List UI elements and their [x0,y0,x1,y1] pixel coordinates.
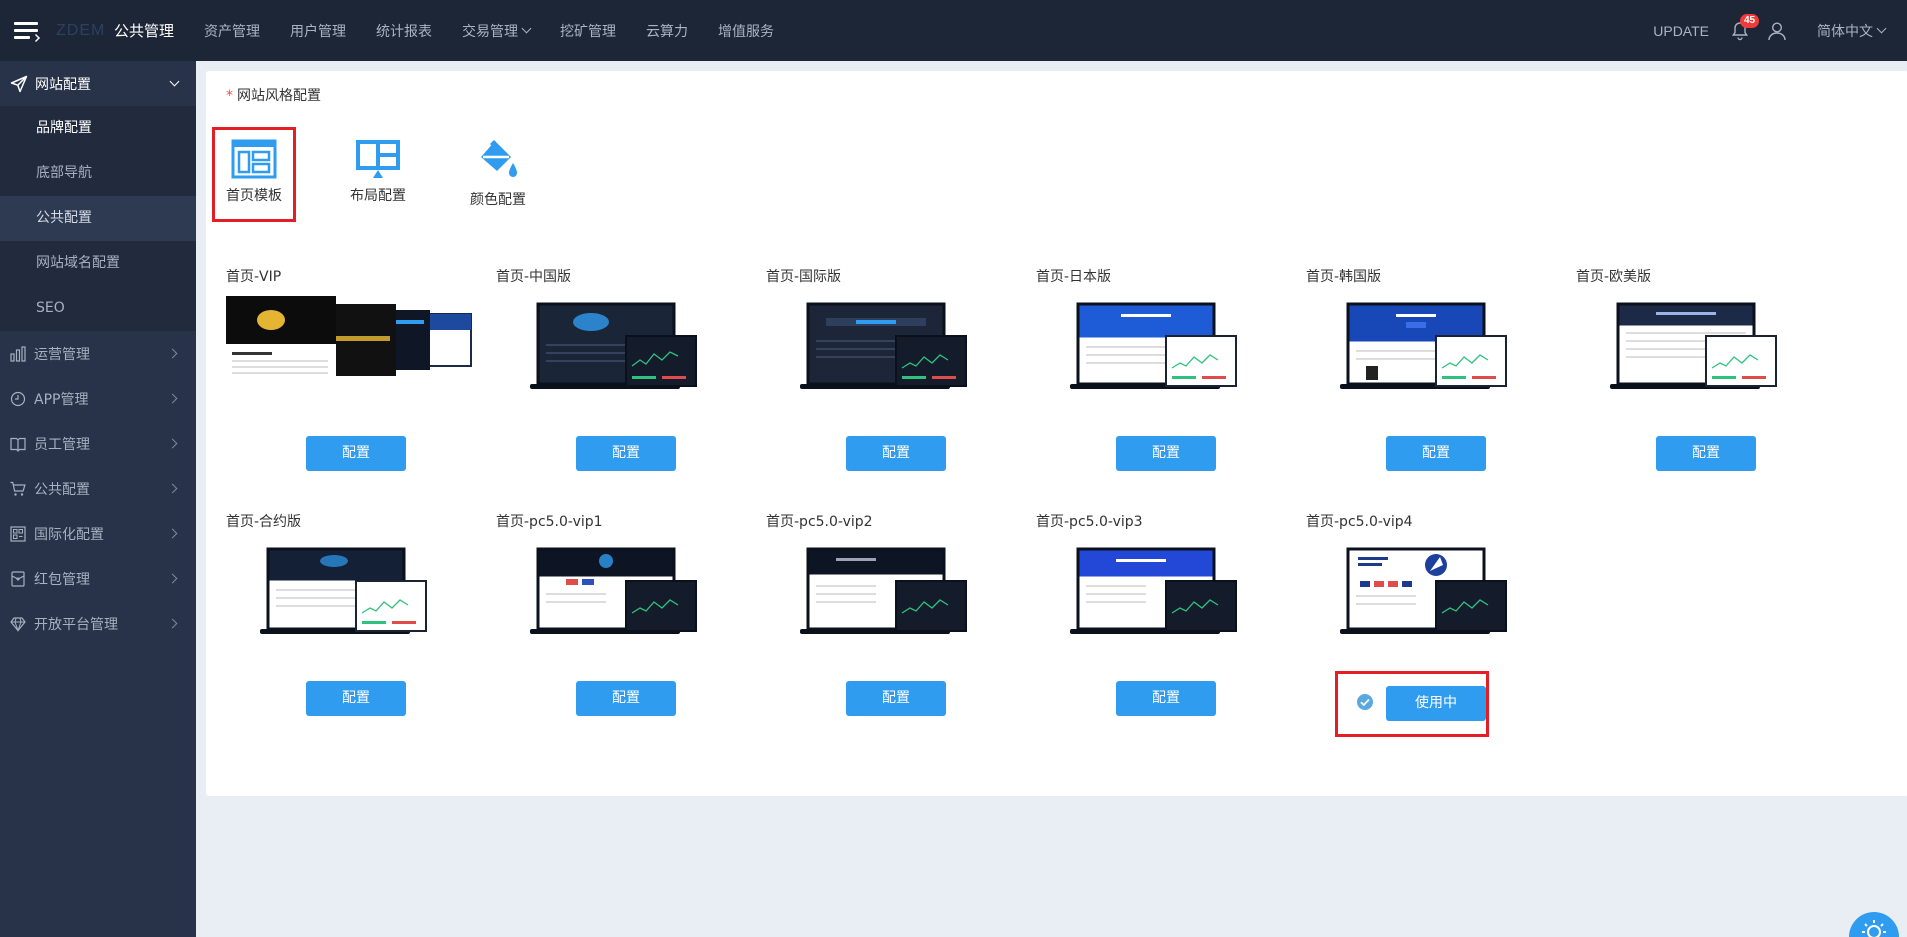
template-card-pc5-vip1: 首页-pc5.0-vip1 配置 [496,511,756,731]
template-preview-image [1070,547,1237,634]
sidebar-item-brand-config[interactable]: 品牌配置 [0,106,196,151]
template-card-japan: 首页-日本版 配置 [1036,266,1296,486]
sidebar-item-seo[interactable]: SEO [0,286,196,331]
red-packet-icon [11,570,25,587]
sidebar-item-domain-config[interactable]: 网站域名配置 [0,241,196,286]
tab-color-config[interactable]: 颜色配置 [456,139,540,209]
paint-bucket-icon [481,139,517,177]
diamond-icon [10,616,26,632]
menu-toggle-icon[interactable] [14,21,38,40]
chevron-down-icon [521,23,532,34]
clock-icon [10,391,26,406]
chevron-right-icon [167,483,178,494]
language-select[interactable]: 简体中文 [1817,21,1887,41]
configure-button[interactable]: 配置 [1116,436,1216,471]
template-preview-image [1340,302,1507,389]
template-card-pc5-vip2: 首页-pc5.0-vip2 配置 [766,511,1026,731]
send-icon [10,75,28,92]
tab-layout-config[interactable]: 布局配置 [336,139,420,205]
template-card-contract: 首页-合约版 配置 [226,511,486,731]
configure-button[interactable]: 配置 [576,681,676,716]
sidebar-group-site-config[interactable]: 网站配置 [0,61,196,106]
sidebar-submenu: 品牌配置 底部导航 公共配置 网站域名配置 SEO [0,106,196,331]
chevron-down-icon [1876,23,1887,34]
top-nav: 公共管理 资产管理 用户管理 统计报表 交易管理 挖矿管理 云算力 增值服务 [114,0,804,61]
sidebar-item-open-platform[interactable]: 开放平台管理 [0,601,196,646]
template-card-vip: 首页-VIP 配置 [226,266,486,486]
sidebar-item-public-settings[interactable]: 公共配置 [0,466,196,511]
in-use-highlight: 使用中 [1335,671,1489,737]
chevron-right-icon [167,528,178,539]
sidebar-group-label: 网站配置 [35,76,91,93]
top-nav-item-users[interactable]: 用户管理 [290,21,346,41]
notification-button[interactable]: 45 [1731,13,1760,41]
configure-button[interactable]: 配置 [1116,681,1216,716]
top-nav-item-value-added[interactable]: 增值服务 [718,21,774,41]
lightbulb-icon [1862,920,1886,937]
configure-button[interactable]: 配置 [1386,436,1486,471]
page-title: * 网站风格配置 [226,88,321,104]
sidebar-item-public-config[interactable]: 公共配置 [0,196,196,241]
logo: ZDEM [56,21,106,39]
template-preview-image [1070,302,1237,389]
template-preview-image [800,302,967,389]
update-link[interactable]: UPDATE [1653,23,1709,39]
chevron-down-icon [169,76,180,87]
sidebar-item-app[interactable]: APP管理 [0,376,196,421]
floating-help-button[interactable] [1849,912,1899,937]
top-right-tools: UPDATE 45 简体中文 [1653,0,1907,61]
style-config-panel: * 网站风格配置 首页模板 布局配置 颜色配置 首页-VIP 配置 首页-中国版… [206,71,1907,796]
chevron-right-icon [167,348,178,359]
template-card-pc5-vip3: 首页-pc5.0-vip3 配置 [1036,511,1296,731]
bar-chart-icon [10,345,26,362]
sidebar-item-i18n[interactable]: 国际化配置 [0,511,196,556]
template-card-western: 首页-欧美版 配置 [1576,266,1836,486]
sidebar-item-red-packet[interactable]: 红包管理 [0,556,196,601]
check-circle-icon [1357,694,1373,710]
top-nav-item-mining[interactable]: 挖矿管理 [560,21,616,41]
top-nav-item-reports[interactable]: 统计报表 [376,21,432,41]
configure-button[interactable]: 配置 [306,681,406,716]
top-nav-item-trading[interactable]: 交易管理 [462,21,532,41]
template-preview-image [226,296,472,386]
template-card-korea: 首页-韩国版 配置 [1306,266,1566,486]
chevron-right-icon [167,438,178,449]
configure-button[interactable]: 配置 [306,436,406,471]
chevron-right-icon [167,393,178,404]
configure-button[interactable]: 配置 [846,681,946,716]
top-nav-item-assets[interactable]: 资产管理 [204,21,260,41]
template-card-china: 首页-中国版 配置 [496,266,756,486]
layout-icon [356,140,400,178]
template-preview-image [530,547,697,634]
template-preview-image [530,302,697,389]
book-icon [10,437,26,452]
cart-icon [10,481,26,496]
template-preview-image [1340,547,1507,634]
template-card-international: 首页-国际版 配置 [766,266,1026,486]
sidebar: 网站配置 品牌配置 底部导航 公共配置 网站域名配置 SEO 运营管理 APP管… [0,61,196,937]
configure-button[interactable]: 配置 [1656,436,1756,471]
configure-button[interactable]: 配置 [576,436,676,471]
template-icon [231,139,277,179]
template-preview-image [260,547,427,634]
chevron-right-icon [167,573,178,584]
template-preview-image [800,547,967,634]
chevron-right-icon [167,618,178,629]
in-use-button[interactable]: 使用中 [1386,686,1486,721]
notification-badge: 45 [1740,13,1760,28]
sidebar-item-operations[interactable]: 运营管理 [0,331,196,376]
template-preview-image [1610,302,1777,389]
top-bar: ZDEM 公共管理 资产管理 用户管理 统计报表 交易管理 挖矿管理 云算力 增… [0,0,1907,61]
user-icon[interactable] [1767,21,1787,41]
required-mark: * [226,88,233,104]
sidebar-item-footer-nav[interactable]: 底部导航 [0,151,196,196]
sidebar-item-staff[interactable]: 员工管理 [0,421,196,466]
top-nav-item-cloud[interactable]: 云算力 [646,21,688,41]
configure-button[interactable]: 配置 [846,436,946,471]
tab-home-template[interactable]: 首页模板 [212,127,296,222]
top-nav-item-public[interactable]: 公共管理 [114,20,174,41]
grid-icon [10,525,26,542]
